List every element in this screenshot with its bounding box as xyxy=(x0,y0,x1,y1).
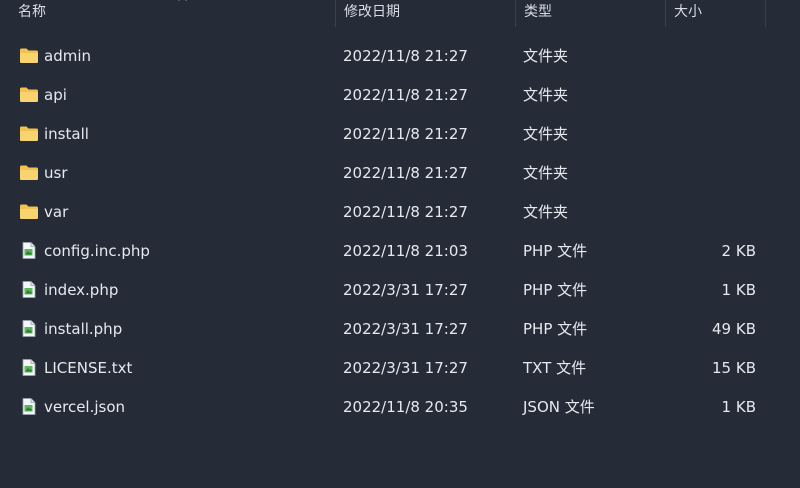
file-row[interactable]: var 2022/11/8 21:27 文件夹 xyxy=(0,193,800,232)
file-name: index.php xyxy=(44,281,119,299)
file-date: 2022/3/31 17:27 xyxy=(343,320,468,338)
file-name: var xyxy=(44,203,69,221)
file-type: 文件夹 xyxy=(523,203,569,221)
file-row[interactable]: vercel.json 2022/11/8 20:35 JSON 文件 1 KB xyxy=(0,388,800,427)
folder-icon xyxy=(19,47,39,64)
file-name: config.inc.php xyxy=(44,242,150,260)
file-type: PHP 文件 xyxy=(523,242,588,260)
file-date: 2022/11/8 21:27 xyxy=(343,125,468,143)
file-row[interactable]: index.php 2022/3/31 17:27 PHP 文件 1 KB xyxy=(0,271,800,310)
file-row[interactable]: admin 2022/11/8 21:27 文件夹 xyxy=(0,37,800,76)
file-explorer: 名称 ︿ 修改日期 类型 大小 admin 2022/11/8 21:27 文件… xyxy=(0,0,800,488)
file-type: 文件夹 xyxy=(523,125,569,143)
file-date: 2022/11/8 21:27 xyxy=(343,203,468,221)
folder-icon xyxy=(19,164,39,181)
file-type: JSON 文件 xyxy=(523,398,595,416)
file-date: 2022/3/31 17:27 xyxy=(343,359,468,377)
file-date: 2022/11/8 21:27 xyxy=(343,86,468,104)
file-name: admin xyxy=(44,47,91,65)
file-date: 2022/11/8 20:35 xyxy=(343,398,468,416)
file-row[interactable]: LICENSE.txt 2022/3/31 17:27 TXT 文件 15 KB xyxy=(0,349,800,388)
file-row[interactable]: install.php 2022/3/31 17:27 PHP 文件 49 KB xyxy=(0,310,800,349)
column-header-name[interactable]: 名称 ︿ xyxy=(10,0,335,27)
file-icon xyxy=(19,320,39,337)
file-type: PHP 文件 xyxy=(523,320,588,338)
file-type: PHP 文件 xyxy=(523,281,588,299)
file-name: vercel.json xyxy=(44,398,126,416)
file-name: LICENSE.txt xyxy=(44,359,133,377)
file-icon xyxy=(19,281,39,298)
file-size: 49 KB xyxy=(712,320,756,338)
file-size: 15 KB xyxy=(712,359,756,377)
file-row[interactable]: usr 2022/11/8 21:27 文件夹 xyxy=(0,154,800,193)
column-header: 名称 ︿ 修改日期 类型 大小 xyxy=(0,0,800,27)
column-header-date[interactable]: 修改日期 xyxy=(335,0,515,27)
file-type: 文件夹 xyxy=(523,86,569,104)
file-icon xyxy=(19,242,39,259)
column-header-size-label: 大小 xyxy=(674,4,702,20)
file-name: api xyxy=(44,86,67,104)
file-date: 2022/3/31 17:27 xyxy=(343,281,468,299)
file-size: 1 KB xyxy=(721,398,756,416)
file-date: 2022/11/8 21:27 xyxy=(343,164,468,182)
file-row[interactable]: config.inc.php 2022/11/8 21:03 PHP 文件 2 … xyxy=(0,232,800,271)
file-name: usr xyxy=(44,164,68,182)
file-row[interactable]: api 2022/11/8 21:27 文件夹 xyxy=(0,76,800,115)
column-header-size[interactable]: 大小 xyxy=(665,0,765,27)
file-type: TXT 文件 xyxy=(523,359,587,377)
column-header-filler xyxy=(765,0,800,27)
file-name: install.php xyxy=(44,320,123,338)
file-icon xyxy=(19,398,39,415)
file-row[interactable]: install 2022/11/8 21:27 文件夹 xyxy=(0,115,800,154)
file-name: install xyxy=(44,125,89,143)
file-size: 1 KB xyxy=(721,281,756,299)
file-type: 文件夹 xyxy=(523,164,569,182)
column-header-type[interactable]: 类型 xyxy=(515,0,665,27)
folder-icon xyxy=(19,86,39,103)
file-type: 文件夹 xyxy=(523,47,569,65)
sort-caret-icon: ︿ xyxy=(178,0,187,3)
file-date: 2022/11/8 21:03 xyxy=(343,242,468,260)
file-size: 2 KB xyxy=(721,242,756,260)
column-header-date-label: 修改日期 xyxy=(344,4,400,20)
column-header-type-label: 类型 xyxy=(524,4,552,20)
column-header-name-label: 名称 xyxy=(18,4,46,20)
file-list: admin 2022/11/8 21:27 文件夹 api 2022/11/8 … xyxy=(0,37,800,427)
folder-icon xyxy=(19,125,39,142)
folder-icon xyxy=(19,203,39,220)
file-date: 2022/11/8 21:27 xyxy=(343,47,468,65)
file-icon xyxy=(19,359,39,376)
